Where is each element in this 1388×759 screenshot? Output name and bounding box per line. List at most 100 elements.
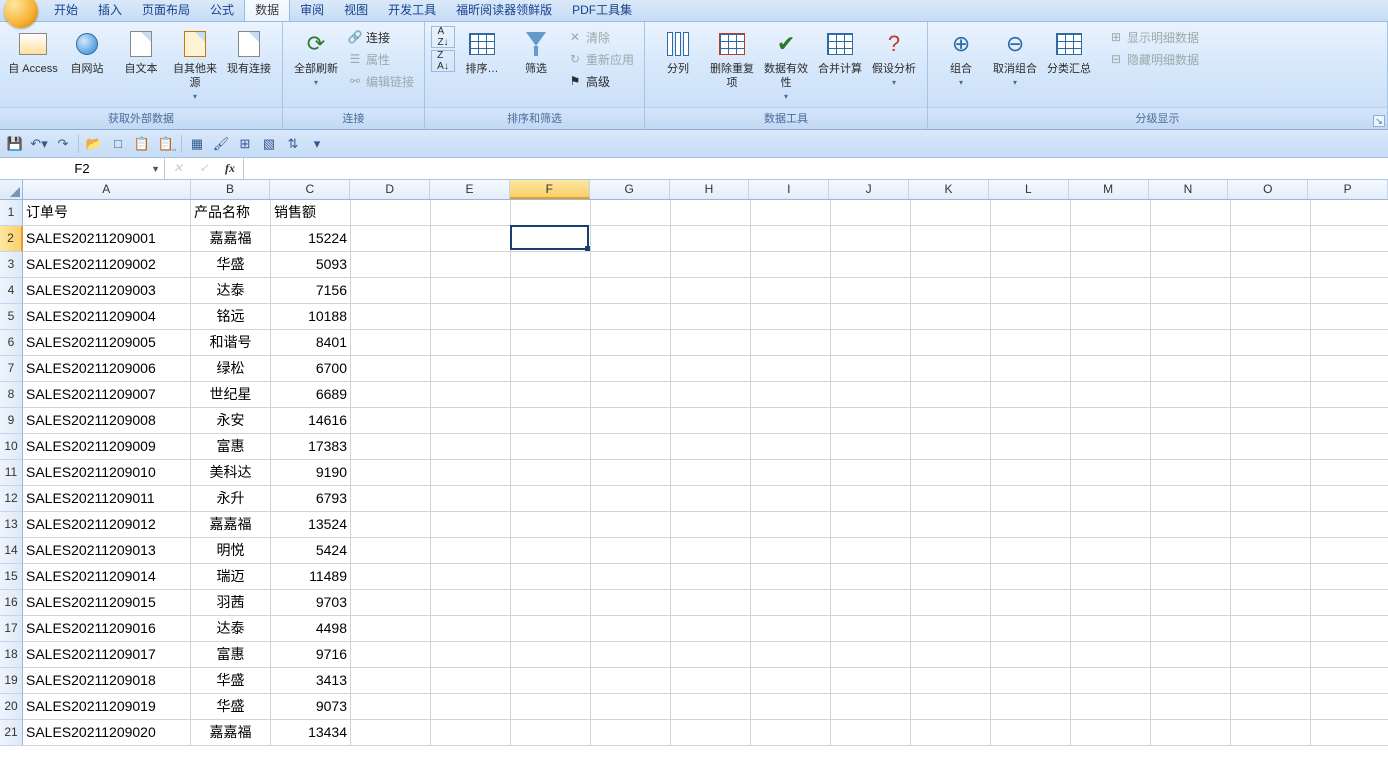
cell[interactable]: [591, 694, 671, 720]
cell[interactable]: [1311, 512, 1388, 538]
cell[interactable]: [431, 590, 511, 616]
cell[interactable]: [991, 720, 1071, 746]
cell[interactable]: [1311, 304, 1388, 330]
cell[interactable]: 9703: [271, 590, 351, 616]
cell[interactable]: [831, 720, 911, 746]
consolidate-button[interactable]: 合并计算: [813, 26, 867, 76]
cell[interactable]: [1151, 200, 1231, 226]
remove-duplicates-button[interactable]: 删除重复项: [705, 26, 759, 90]
cell[interactable]: [911, 460, 991, 486]
cell[interactable]: [1151, 434, 1231, 460]
cell[interactable]: [1071, 226, 1151, 252]
row-header[interactable]: 12: [0, 486, 23, 512]
cell[interactable]: [751, 616, 831, 642]
cell[interactable]: [1151, 564, 1231, 590]
edit-links-button[interactable]: ⚯编辑链接: [343, 70, 418, 92]
cell[interactable]: [1151, 616, 1231, 642]
cell[interactable]: [751, 668, 831, 694]
cell[interactable]: [431, 694, 511, 720]
cell[interactable]: [831, 278, 911, 304]
cell[interactable]: 产品名称: [191, 200, 271, 226]
cell[interactable]: [511, 356, 591, 382]
cell[interactable]: 6689: [271, 382, 351, 408]
cell[interactable]: [1151, 304, 1231, 330]
cell[interactable]: [511, 720, 591, 746]
cell[interactable]: 6793: [271, 486, 351, 512]
cell[interactable]: [1071, 642, 1151, 668]
ungroup-button[interactable]: ⊖取消组合: [988, 26, 1042, 90]
cell[interactable]: [1231, 720, 1311, 746]
cell[interactable]: [1071, 486, 1151, 512]
cell[interactable]: [671, 304, 751, 330]
cell[interactable]: 嘉嘉福: [191, 720, 271, 746]
cell[interactable]: [751, 642, 831, 668]
column-header[interactable]: D: [350, 180, 430, 199]
cell[interactable]: [911, 564, 991, 590]
cell[interactable]: [1311, 720, 1388, 746]
column-header[interactable]: J: [829, 180, 909, 199]
cell[interactable]: [591, 642, 671, 668]
cell[interactable]: SALES20211209012: [23, 512, 191, 538]
cell[interactable]: [751, 330, 831, 356]
sort-button-qat[interactable]: ⇅: [284, 135, 302, 153]
cell[interactable]: [831, 668, 911, 694]
cell[interactable]: 4498: [271, 616, 351, 642]
cell[interactable]: [991, 616, 1071, 642]
cell[interactable]: [351, 538, 431, 564]
cell[interactable]: [911, 616, 991, 642]
cell[interactable]: SALES20211209003: [23, 278, 191, 304]
cell[interactable]: [511, 590, 591, 616]
cell[interactable]: [591, 564, 671, 590]
sort-button[interactable]: 排序…: [455, 26, 509, 76]
cell[interactable]: [1071, 590, 1151, 616]
cell[interactable]: SALES20211209004: [23, 304, 191, 330]
format-painter-button[interactable]: 🖌: [212, 135, 230, 153]
cell[interactable]: SALES20211209020: [23, 720, 191, 746]
cell[interactable]: [1231, 564, 1311, 590]
cell[interactable]: 8401: [271, 330, 351, 356]
cell[interactable]: [511, 434, 591, 460]
cell[interactable]: [671, 330, 751, 356]
cell[interactable]: [1311, 356, 1388, 382]
column-header[interactable]: I: [749, 180, 829, 199]
save-button[interactable]: 💾: [6, 135, 24, 153]
cell[interactable]: [351, 564, 431, 590]
cell[interactable]: [911, 278, 991, 304]
cell[interactable]: [1311, 642, 1388, 668]
cell[interactable]: [751, 590, 831, 616]
row-header[interactable]: 14: [0, 538, 23, 564]
cell[interactable]: [1311, 616, 1388, 642]
cell[interactable]: [831, 252, 911, 278]
cell[interactable]: [1231, 590, 1311, 616]
cell[interactable]: 7156: [271, 278, 351, 304]
cell[interactable]: [511, 408, 591, 434]
row-header[interactable]: 4: [0, 278, 23, 304]
cell[interactable]: [671, 538, 751, 564]
cell[interactable]: [1151, 642, 1231, 668]
cell[interactable]: [831, 642, 911, 668]
cell[interactable]: [1311, 200, 1388, 226]
cell[interactable]: [1151, 486, 1231, 512]
cell[interactable]: [671, 408, 751, 434]
cell[interactable]: [1151, 408, 1231, 434]
cell[interactable]: [511, 460, 591, 486]
show-detail-button[interactable]: ⊞显示明细数据: [1104, 26, 1203, 48]
sort-asc-button[interactable]: AZ↓: [431, 26, 455, 48]
paste-special-button[interactable]: 📋̤: [157, 135, 175, 153]
cell[interactable]: 华盛: [191, 694, 271, 720]
cell[interactable]: [511, 382, 591, 408]
cell[interactable]: [1231, 694, 1311, 720]
cell[interactable]: [1151, 720, 1231, 746]
cell[interactable]: [1071, 304, 1151, 330]
hide-detail-button[interactable]: ⊟隐藏明细数据: [1104, 48, 1203, 70]
cell[interactable]: [591, 720, 671, 746]
refresh-all-button[interactable]: ⟳全部刷新: [289, 26, 343, 90]
cell[interactable]: [1071, 460, 1151, 486]
row-header[interactable]: 2: [0, 226, 23, 252]
cell[interactable]: SALES20211209018: [23, 668, 191, 694]
cell[interactable]: [1071, 330, 1151, 356]
cell[interactable]: [1071, 720, 1151, 746]
open-button[interactable]: 📂: [85, 135, 103, 153]
cell[interactable]: [671, 616, 751, 642]
cell[interactable]: 订单号: [23, 200, 191, 226]
